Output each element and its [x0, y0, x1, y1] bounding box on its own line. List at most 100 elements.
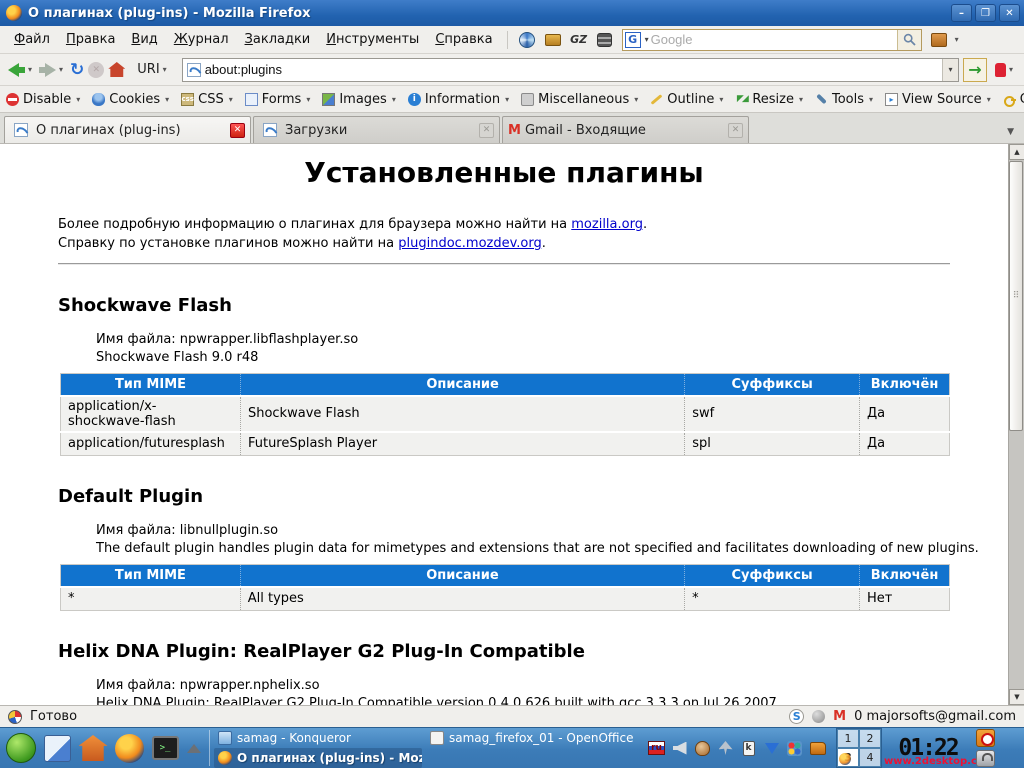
tab-close-icon[interactable]: ✕	[230, 123, 245, 138]
taskbar-task-2[interactable]: О плагинах (plug-ins) - Mozilla	[214, 748, 422, 768]
package-dropdown[interactable]: ▾	[955, 35, 959, 44]
chest-icon[interactable]	[544, 32, 562, 48]
dropdown-arrow-icon[interactable]: ▾	[392, 95, 396, 104]
devbar-item-information[interactable]: iInformation▾	[408, 92, 512, 107]
back-button[interactable]: ▾	[8, 63, 35, 77]
vertical-scrollbar[interactable]: ▲ ▼	[1008, 144, 1024, 705]
panel-hide-arrow[interactable]	[187, 744, 201, 753]
gz-extension-icon[interactable]: GZ	[570, 32, 588, 48]
tab-list-dropdown[interactable]: ▼	[1007, 127, 1020, 143]
devbar-item-view-source[interactable]: ▸View Source▾	[885, 92, 994, 107]
home-folder-launcher[interactable]	[77, 732, 109, 764]
reload-button[interactable]: ↻	[70, 62, 84, 78]
taskbar-task-0[interactable]: samag - Konqueror	[214, 728, 422, 748]
minimize-button[interactable]: –	[951, 4, 972, 22]
table-cell: Нет	[860, 587, 950, 611]
dropdown-arrow-icon[interactable]: ▾	[76, 95, 80, 104]
scroll-down-button[interactable]: ▼	[1009, 689, 1024, 705]
klipper-icon[interactable]: k	[740, 740, 757, 756]
foxclocks-icon[interactable]	[8, 710, 22, 724]
back-dropdown[interactable]: ▾	[28, 65, 32, 74]
wallet-icon[interactable]	[809, 740, 826, 756]
firefox-launcher[interactable]	[113, 732, 145, 764]
notes-launcher[interactable]	[41, 732, 73, 764]
intro-link-1[interactable]: plugindoc.mozdev.org	[398, 236, 542, 251]
watchdog-icon[interactable]	[694, 740, 711, 756]
tab-close-icon[interactable]: ✕	[479, 123, 494, 138]
menu-item-5[interactable]: Инструменты	[318, 29, 427, 50]
search-input[interactable]	[651, 32, 897, 47]
server-stack-icon[interactable]	[596, 32, 614, 48]
devbar-item-disable[interactable]: Disable▾	[6, 92, 83, 107]
dropdown-arrow-icon[interactable]: ▾	[229, 95, 233, 104]
dropdown-arrow-icon[interactable]: ▾	[634, 95, 638, 104]
tab-0[interactable]: О плагинах (plug-ins)✕	[4, 116, 251, 143]
devbar-item-css[interactable]: cssCSS▾	[181, 92, 236, 107]
devbar-item-tools[interactable]: Tools▾	[815, 92, 876, 107]
lock-screen-button[interactable]	[976, 750, 995, 767]
extension-dropdown[interactable]: ▾	[1009, 65, 1013, 74]
pager-desktop-2[interactable]: 2	[859, 729, 881, 748]
network-monitor-icon[interactable]	[717, 740, 734, 756]
address-input[interactable]	[205, 62, 942, 77]
package-icon[interactable]	[930, 32, 948, 48]
volume-icon[interactable]	[671, 740, 688, 756]
tab-2[interactable]: MGmail - Входящие✕	[502, 116, 749, 143]
dropdown-arrow-icon[interactable]: ▾	[306, 95, 310, 104]
search-go-button[interactable]	[897, 30, 921, 50]
logout-button[interactable]	[976, 729, 995, 747]
menu-item-6[interactable]: Справка	[427, 29, 500, 50]
devbar-item-outline[interactable]: Outline▾	[650, 92, 726, 107]
devbar-item-options[interactable]: Options▾	[1003, 92, 1024, 107]
tab-close-icon[interactable]: ✕	[728, 123, 743, 138]
download-arrow-icon[interactable]	[763, 740, 780, 756]
scrollbar-thumb[interactable]	[1009, 161, 1023, 431]
intro-link-0[interactable]: mozilla.org	[571, 217, 643, 232]
devbar-item-cookies[interactable]: Cookies▾	[92, 92, 172, 107]
forward-button[interactable]: ▾	[39, 63, 66, 77]
dropdown-arrow-icon[interactable]: ▾	[799, 95, 803, 104]
devbar-item-resize[interactable]: ◤◢Resize▾	[735, 92, 806, 107]
keyboard-layout-flag-icon[interactable]: ru	[648, 740, 665, 756]
gmail-notifier-icon[interactable]: M	[833, 709, 846, 724]
address-history-dropdown[interactable]: ▾	[942, 59, 958, 81]
terminal-launcher[interactable]: >_	[149, 732, 181, 764]
menu-item-3[interactable]: Журнал	[166, 29, 237, 50]
search-engine-dropdown[interactable]: ▾	[643, 35, 651, 44]
stop-button[interactable]: ✕	[88, 62, 104, 78]
dropdown-arrow-icon[interactable]: ▾	[719, 95, 723, 104]
skype-status-icon[interactable]: S	[789, 709, 804, 724]
taskbar-task-1[interactable]: samag_firefox_01 - OpenOffice	[426, 728, 634, 748]
clock-applet[interactable]: 01:22 www.2desktop.c	[882, 728, 974, 768]
google-engine-icon[interactable]: G	[625, 32, 641, 48]
devbar-item-forms[interactable]: Forms▾	[245, 92, 314, 107]
uri-dropdown-button[interactable]: URI▾	[137, 62, 169, 77]
dropdown-arrow-icon[interactable]: ▾	[869, 95, 873, 104]
pager-desktop-4[interactable]: 4	[859, 748, 881, 767]
menu-item-1[interactable]: Правка	[58, 29, 123, 50]
tab-1[interactable]: Загрузки✕	[253, 116, 500, 143]
devbar-item-miscellaneous[interactable]: Miscellaneous▾	[521, 92, 641, 107]
dropdown-arrow-icon[interactable]: ▾	[165, 95, 169, 104]
clock-globe-icon[interactable]	[518, 32, 536, 48]
dropdown-arrow-icon[interactable]: ▾	[505, 95, 509, 104]
menu-item-0[interactable]: Файл	[6, 29, 58, 50]
extension-icon[interactable]: ▾	[995, 63, 1016, 77]
menu-item-2[interactable]: Вид	[123, 29, 165, 50]
go-button[interactable]: →	[963, 58, 987, 82]
dropdown-arrow-icon[interactable]: ▾	[987, 95, 991, 104]
pager-desktop-1[interactable]: 1	[837, 729, 859, 748]
home-button[interactable]	[108, 62, 125, 77]
close-button[interactable]: ✕	[999, 4, 1020, 22]
devbar-item-images[interactable]: Images▾	[322, 92, 399, 107]
menu-item-4[interactable]: Закладки	[237, 29, 319, 50]
messenger-icon[interactable]	[786, 740, 803, 756]
maximize-button[interactable]: ❐	[975, 4, 996, 22]
title-bar[interactable]: О плагинах (plug-ins) - Mozilla Firefox …	[0, 0, 1024, 26]
scroll-up-button[interactable]: ▲	[1009, 144, 1024, 160]
pager-desktop-3[interactable]: 3	[837, 748, 859, 767]
adblock-status-icon[interactable]	[812, 710, 825, 723]
table-cell: swf	[685, 396, 860, 432]
kmenu-suse-button[interactable]	[5, 732, 37, 764]
forward-dropdown[interactable]: ▾	[59, 65, 63, 74]
